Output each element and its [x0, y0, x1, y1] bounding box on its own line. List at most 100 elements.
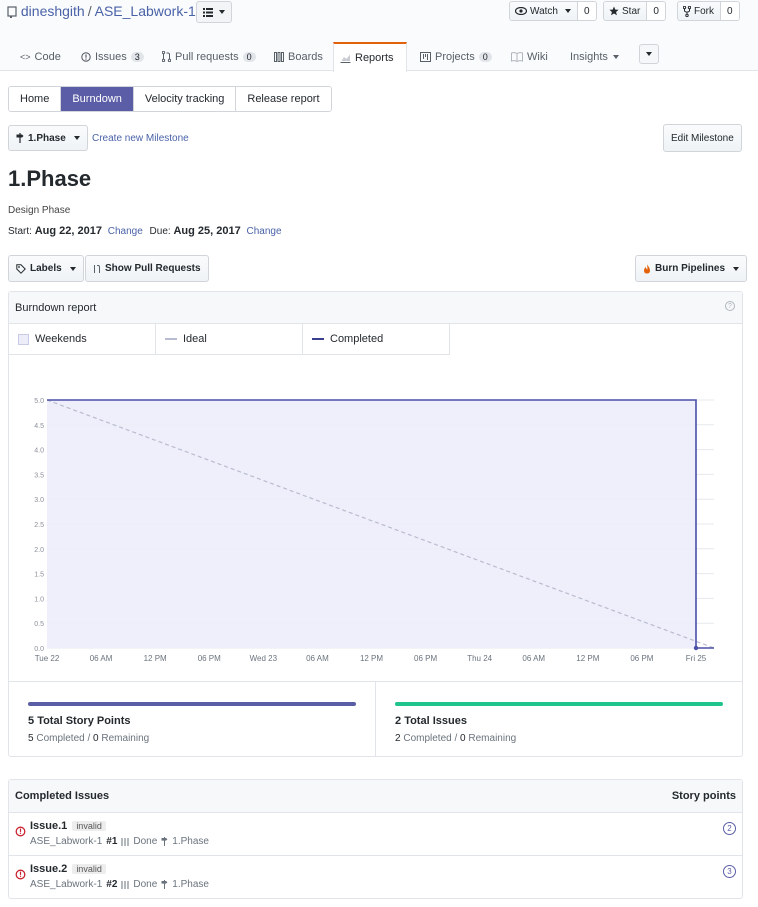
issues-sep: /	[454, 733, 458, 744]
issue-story-points: 3	[723, 865, 736, 878]
change-start-link[interactable]: Change	[108, 226, 143, 237]
fork-count[interactable]: 0	[720, 2, 739, 20]
story-points-total-value: 5	[28, 715, 35, 727]
pull-request-icon	[162, 51, 171, 62]
issues-bar	[395, 702, 723, 706]
milestone-selector-label: 1.Phase	[28, 132, 66, 144]
issue-label-tag[interactable]: invalid	[72, 864, 106, 874]
chevron-down-icon	[646, 52, 652, 56]
flame-icon	[644, 264, 650, 273]
change-due-link[interactable]: Change	[247, 226, 282, 237]
edit-milestone-button[interactable]: Edit Milestone	[663, 124, 742, 152]
issue-icon	[81, 51, 91, 62]
watch-button[interactable]: Watch 0	[509, 1, 597, 21]
x-tick-label: 06 PM	[198, 654, 221, 663]
repo-name-link[interactable]: ASE_Labwork-1	[95, 3, 196, 19]
repo-separator: /	[87, 3, 92, 19]
help-icon[interactable]: ?	[725, 301, 735, 311]
issue-milestone: 1.Phase	[172, 836, 209, 847]
issue-title[interactable]: Issue.2 invalid	[30, 863, 106, 875]
tab-boards[interactable]: Boards	[268, 42, 329, 71]
tab-issues-label: Issues	[95, 50, 127, 63]
chevron-down-icon	[564, 9, 571, 13]
issue-pipeline: Done	[133, 879, 158, 890]
star-button[interactable]: Star 0	[603, 1, 666, 21]
legend-completed-label: Completed	[330, 333, 384, 345]
more-tabs-button[interactable]	[639, 44, 659, 64]
repo-icon	[7, 6, 17, 19]
tab-code[interactable]: <> Code	[14, 42, 67, 71]
reports-icon	[340, 54, 351, 63]
boards-icon	[274, 51, 284, 62]
report-tab-home[interactable]: Home	[9, 87, 62, 111]
list-icon	[203, 7, 213, 17]
completed-issues-panel: Completed Issues Story points Issue.1 inv…	[8, 779, 743, 899]
issue-title[interactable]: Issue.1 invalid	[30, 820, 106, 832]
legend-weekends-label: Weekends	[35, 333, 87, 345]
completed-area	[47, 400, 696, 648]
completed-end-point	[693, 645, 699, 651]
legend-weekends[interactable]: Weekends	[9, 324, 156, 355]
fork-button[interactable]: Fork 0	[677, 1, 740, 21]
story-points-total: 5 Total Story Points	[28, 715, 131, 727]
y-tick-label: 5.0	[34, 398, 44, 405]
tab-reports[interactable]: Reports	[333, 42, 407, 72]
milestone-icon	[16, 133, 24, 143]
y-tick-label: 1.0	[34, 596, 44, 603]
milestone-icon	[161, 837, 168, 846]
x-tick-label: 12 PM	[576, 654, 599, 663]
milestone-selector[interactable]: 1.Phase	[8, 125, 88, 151]
issue-milestone: 1.Phase	[172, 879, 209, 890]
y-tick-label: 4.0	[34, 448, 44, 455]
tab-projects-label: Projects	[435, 50, 475, 63]
star-count[interactable]: 0	[646, 2, 665, 20]
report-tab-burndown[interactable]: Burndown	[61, 87, 134, 111]
issues-total-label: Total Issues	[404, 715, 467, 727]
show-pull-requests-button[interactable]: Show Pull Requests	[85, 255, 209, 282]
repo-menu-button[interactable]	[196, 1, 232, 23]
closed-issue-icon	[15, 826, 26, 837]
create-milestone-link[interactable]: Create new Milestone	[92, 133, 189, 144]
fork-icon	[683, 5, 691, 17]
issue-pipeline: Done	[133, 836, 158, 847]
tab-issues[interactable]: Issues 3	[75, 42, 150, 71]
burn-pipelines-button[interactable]: Burn Pipelines	[635, 255, 748, 282]
burndown-panel-title: Burndown report	[15, 302, 97, 314]
y-tick-label: 4.5	[34, 423, 44, 430]
issues-count-badge: 3	[130, 51, 144, 62]
caret-icon	[612, 54, 619, 59]
repo-owner-link[interactable]: dineshgith	[21, 3, 85, 19]
report-tab-release-report[interactable]: Release report	[236, 87, 331, 111]
code-icon: <>	[20, 51, 31, 62]
wiki-icon	[511, 51, 523, 62]
chart-legend: Weekends Ideal Completed	[9, 324, 450, 355]
watch-count[interactable]: 0	[576, 2, 596, 20]
tab-wiki[interactable]: Wiki	[505, 42, 554, 71]
tab-pull-requests-label: Pull requests	[175, 50, 239, 63]
milestone-description: Design Phase	[8, 205, 71, 216]
tab-projects[interactable]: Projects 0	[414, 42, 498, 71]
story-points-remaining-label: Remaining	[101, 733, 150, 744]
fork-label-wrap: Fork	[678, 2, 720, 20]
tab-pull-requests[interactable]: Pull requests 0	[156, 42, 262, 71]
legend-completed[interactable]: Completed	[303, 324, 450, 355]
issue-label-tag[interactable]: invalid	[72, 821, 106, 831]
x-tick-label: 06 PM	[630, 654, 653, 663]
burndown-panel: Burndown report ? Weekends Ideal Complet…	[8, 291, 743, 757]
issue-row[interactable]: Issue.1 invalid ASE_Labwork-1 #1 Done 1.P…	[9, 813, 742, 856]
report-tab-velocity-tracking[interactable]: Velocity tracking	[133, 87, 237, 111]
legend-ideal[interactable]: Ideal	[156, 324, 303, 355]
tab-boards-label: Boards	[288, 50, 323, 63]
issue-row[interactable]: Issue.2 invalid ASE_Labwork-1 #2 Done 1.P…	[9, 856, 742, 899]
x-tick-label: 12 PM	[360, 654, 383, 663]
tab-insights[interactable]: Insights	[564, 42, 625, 71]
labels-filter-button[interactable]: Labels	[8, 255, 84, 282]
show-pull-requests-label: Show Pull Requests	[105, 263, 201, 274]
issue-meta: ASE_Labwork-1 #2 Done 1.Phase	[30, 879, 209, 890]
eye-icon	[515, 7, 527, 15]
x-tick-label: 06 PM	[414, 654, 437, 663]
x-tick-label: Fri 25	[686, 654, 707, 663]
y-tick-label: 1.5	[34, 572, 44, 579]
issues-total: 2 Total Issues	[395, 715, 467, 727]
issue-story-points: 2	[723, 822, 736, 835]
